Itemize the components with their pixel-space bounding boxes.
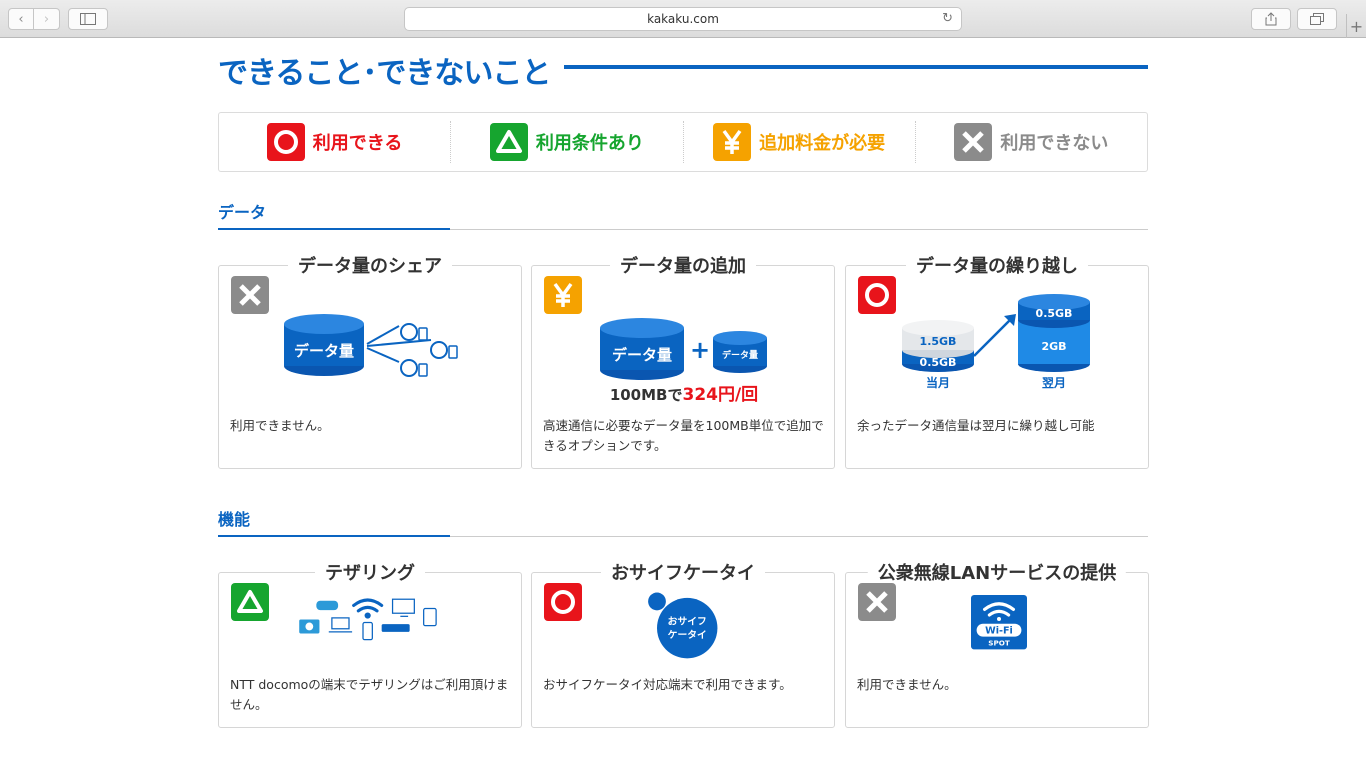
section-divider	[218, 228, 1148, 230]
osaifu-keitai-logo: おサイフ ケータイ	[648, 592, 718, 659]
svg-text:SPOT: SPOT	[988, 638, 1010, 647]
cross-icon	[954, 123, 993, 161]
svg-text:おサイフ: おサイフ	[668, 616, 707, 628]
legend-label: 利用できない	[1000, 133, 1109, 154]
card-description: 余ったデータ通信量は翌月に繰り越し可能	[857, 418, 1095, 433]
page-title: できること･できないこと	[218, 56, 551, 91]
section-heading-data: データ	[218, 203, 267, 222]
card-title: データ量の追加	[610, 252, 756, 278]
card-title: テザリング	[315, 559, 425, 585]
card-data-carryover: データ量の繰り越し 1.5GB 0.5GB 当月 0.5GB 2GB 翌月 余っ…	[845, 252, 1149, 469]
section-divider	[218, 535, 1148, 537]
legend-item-ng: 利用できない	[916, 121, 1147, 163]
card-description: NTT docomoの端末でテザリングはご利用頂けません。	[230, 677, 509, 712]
price-prefix: 100MBで	[609, 386, 683, 404]
card-description: おサイフケータイ対応端末で利用できます。	[543, 677, 792, 692]
sidebar-toggle-icon[interactable]	[68, 8, 108, 30]
card-title: おサイフケータイ	[601, 559, 765, 585]
card-public-wifi: 公衆無線LANサービスの提供 Wi-Fi SPOT 利用できません。	[845, 559, 1149, 728]
card-description: 利用できません。	[857, 677, 957, 692]
devices-illustration	[299, 598, 437, 641]
card-data-add: データ量の追加 データ量 + データ量 100MBで324円/回 高速通信に必要…	[531, 252, 836, 469]
next-month-label: 翌月	[1042, 376, 1066, 390]
price-line: 100MBで324円/回	[532, 380, 836, 405]
legend-label: 追加料金が必要	[759, 133, 886, 154]
laptop-icon	[328, 617, 353, 633]
section-heading-features: 機能	[218, 510, 251, 529]
this-month-label: 当月	[926, 375, 950, 390]
svg-text:0.5GB: 0.5GB	[1036, 307, 1073, 320]
share-icon[interactable]	[1251, 8, 1291, 30]
price-value: 324円/回	[682, 385, 759, 405]
legend-label: 利用できる	[312, 133, 403, 154]
recorder-icon	[381, 624, 410, 632]
people-icon	[400, 323, 458, 377]
card-osaifu-keitai: おサイフケータイ おサイフ ケータイ おサイフケータイ対応端末で利用できます。	[531, 559, 835, 728]
reload-icon[interactable]: ↻	[942, 11, 953, 26]
smartphone-icon	[362, 621, 373, 641]
browser-toolbar: ‹ › kakaku.com ↻ +	[0, 0, 1366, 38]
new-tab-icon[interactable]: +	[1346, 14, 1366, 38]
monitor-icon	[391, 598, 415, 617]
legend-item-ok: 利用できる	[219, 121, 452, 163]
camera-icon	[299, 619, 320, 634]
title-underline	[564, 65, 1148, 69]
cylinder-label: データ量	[294, 342, 354, 360]
svg-text:0.5GB: 0.5GB	[920, 356, 957, 369]
wifi-icon	[352, 598, 384, 619]
data-share-illustration: データ量	[284, 314, 458, 377]
card-description: 利用できません。	[230, 418, 330, 433]
legend-label: 利用条件あり	[535, 133, 644, 154]
forward-icon[interactable]: ›	[34, 8, 60, 30]
legend-item-fee: 追加料金が必要	[684, 121, 916, 163]
back-icon[interactable]: ‹	[8, 8, 34, 30]
svg-text:+: +	[690, 336, 710, 364]
card-title: データ量の繰り越し	[906, 252, 1088, 278]
small-cylinder-label: データ量	[722, 349, 758, 361]
svg-text:2GB: 2GB	[1041, 340, 1066, 353]
address-bar[interactable]: kakaku.com ↻	[404, 7, 962, 31]
tablet-icon	[423, 607, 437, 627]
card-description: 高速通信に必要なデータ量を100MB単位で追加できるオプションです。	[543, 418, 824, 453]
history-nav: ‹ ›	[8, 8, 60, 30]
svg-text:ケータイ: ケータイ	[668, 629, 707, 641]
carryover-illustration: 1.5GB 0.5GB 当月 0.5GB 2GB 翌月	[902, 294, 1090, 390]
url-text: kakaku.com	[647, 12, 719, 26]
svg-text:1.5GB: 1.5GB	[920, 335, 957, 348]
svg-text:Wi-Fi: Wi-Fi	[985, 625, 1013, 636]
tabs-overview-icon[interactable]	[1297, 8, 1337, 30]
circle-icon	[266, 123, 305, 161]
game-console-icon	[316, 600, 339, 611]
card-title: データ量のシェア	[288, 252, 452, 278]
card-title: 公衆無線LANサービスの提供	[867, 559, 1127, 585]
card-data-share: データ量のシェア データ量 利用できません。	[218, 252, 522, 469]
triangle-icon	[489, 123, 528, 161]
card-tethering: テザリング NTT docomoの端末でテザリングはご利用頂けません。	[218, 559, 522, 728]
status-legend: 利用できる 利用条件あり 追加料金が必要 利用できない	[218, 112, 1148, 172]
cylinder-label: データ量	[612, 346, 672, 364]
yen-icon	[713, 123, 752, 161]
legend-item-conditional: 利用条件あり	[451, 121, 684, 163]
wifi-spot-logo: Wi-Fi SPOT	[971, 595, 1027, 650]
